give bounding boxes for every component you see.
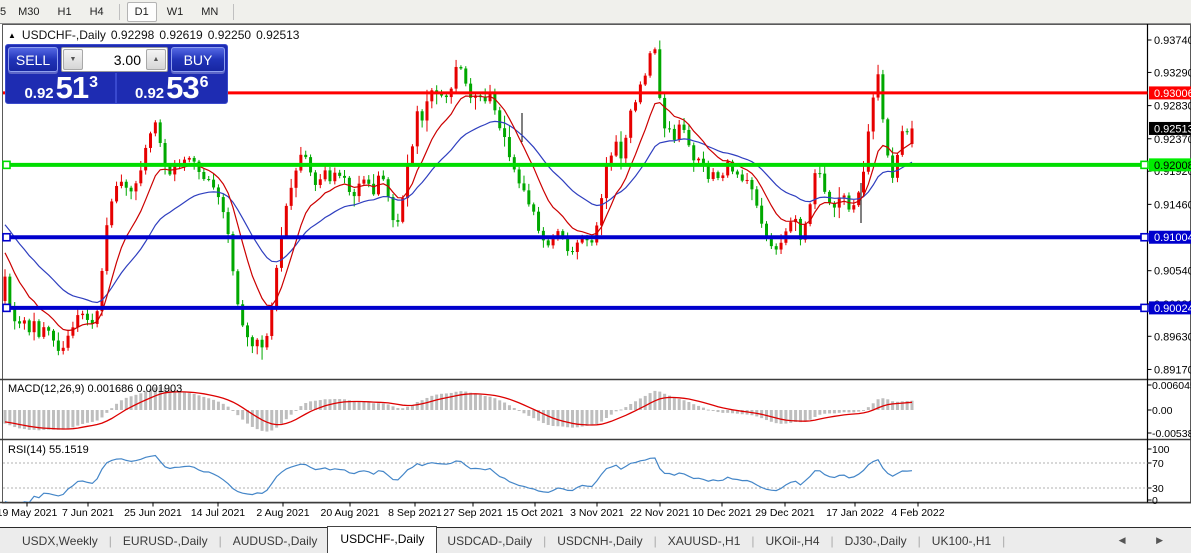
buy-price-pips: 53 (166, 70, 199, 105)
timeframe-button-h4[interactable]: H4 (82, 2, 112, 22)
buy-button[interactable]: BUY (171, 47, 225, 72)
date-tick: 15 Oct 2021 (506, 507, 563, 519)
date-tick: 29 Dec 2021 (755, 507, 815, 519)
svg-text:0.93290: 0.93290 (1154, 67, 1191, 79)
date-tick: 25 Jun 2021 (124, 507, 182, 519)
svg-text:0.93740: 0.93740 (1154, 35, 1191, 47)
chart-tab-xauusd[interactable]: XAUUSD-,H1 (658, 530, 751, 552)
sell-price-pips: 51 (55, 70, 89, 105)
date-tick: 17 Jan 2022 (826, 507, 884, 519)
chart-tab-usdx[interactable]: USDX,Weekly (12, 530, 108, 552)
tab-separator: | (108, 533, 112, 548)
sell-price-point: 3 (89, 74, 99, 91)
axis-price-0.90024: 0.90024 (1154, 303, 1191, 315)
sell-price[interactable]: 0.92 51 3 (8, 70, 117, 105)
chart-tab-usdcad[interactable]: USDCAD-,Daily (437, 530, 542, 552)
date-tick: 20 Aug 2021 (321, 507, 380, 519)
ohlc-close: 0.92513 (256, 28, 300, 42)
chart-tab-ukoil[interactable]: UKOil-,H4 (756, 530, 830, 552)
tab-separator: | (751, 533, 755, 548)
svg-text:0.00: 0.00 (1152, 405, 1173, 417)
buy-price-point: 6 (199, 74, 209, 91)
chart-title: ▲ USDCHF-,Daily 0.92298 0.92619 0.92250 … (8, 28, 304, 42)
date-tick: 27 Sep 2021 (443, 507, 503, 519)
svg-text:0.89630: 0.89630 (1154, 331, 1191, 343)
tab-scroll-arrows[interactable]: ◀ ▶ (1119, 535, 1177, 546)
volume-control: ▼ ▲ (61, 47, 168, 72)
timeframe-toolbar: 5 M30 H1 H4 D1 W1 MN (0, 0, 1191, 24)
svg-text:0.92830: 0.92830 (1154, 101, 1191, 113)
svg-text:0.91460: 0.91460 (1154, 199, 1191, 211)
svg-text:0.92370: 0.92370 (1154, 134, 1191, 146)
chart-tab-usdchf[interactable]: USDCHF-,Daily (327, 526, 438, 553)
chart-tab-dj30[interactable]: DJ30-,Daily (835, 530, 917, 552)
chart-tab-eurusd[interactable]: EURUSD-,Daily (113, 530, 218, 552)
volume-input[interactable] (84, 48, 145, 71)
date-tick: 7 Jun 2021 (62, 507, 114, 519)
ohlc-low: 0.92250 (207, 28, 252, 42)
svg-text:0.006045: 0.006045 (1152, 380, 1191, 392)
tab-separator: | (917, 533, 921, 548)
tab-separator: | (830, 533, 834, 548)
timeframe-button-m30[interactable]: M30 (10, 2, 47, 22)
timeframe-button-h1[interactable]: H1 (50, 2, 80, 22)
chart-tab-audusd[interactable]: AUDUSD-,Daily (223, 530, 328, 552)
svg-text:0: 0 (1152, 495, 1158, 507)
tab-separator: | (218, 533, 222, 548)
svg-text:-0.005383: -0.005383 (1152, 428, 1191, 440)
date-tick: 8 Sep 2021 (388, 507, 442, 519)
chart-tabbar: USDX,Weekly | EURUSD-,Daily | AUDUSD-,Daily U… (0, 526, 1191, 553)
date-tick: 2 Aug 2021 (256, 507, 309, 519)
svg-text:0.89170: 0.89170 (1154, 364, 1191, 376)
date-tick: 14 Jul 2021 (191, 507, 245, 519)
ohlc-high: 0.92619 (159, 28, 203, 42)
date-tick: 10 Dec 2021 (692, 507, 752, 519)
sell-price-base: 0.92 (24, 85, 54, 102)
date-tick: 3 Nov 2021 (570, 507, 624, 519)
date-tick: 19 May 2021 (0, 507, 58, 519)
volume-increase-button[interactable]: ▲ (146, 49, 166, 70)
toolbar-separator (233, 3, 235, 20)
timeframe-button-partial[interactable]: 5 (0, 3, 9, 21)
one-click-trading-panel: SELL ▼ ▲ BUY 0.92 51 3 0.92 53 6 (5, 44, 228, 104)
timeframe-button-d1[interactable]: D1 (126, 1, 157, 22)
axis-price-0.92513: 0.92513 (1154, 123, 1191, 135)
macd-label: MACD(12,26,9) 0.001686 0.001903 (8, 383, 182, 395)
chart-symbol-label: USDCHF-,Daily (21, 28, 106, 42)
buy-price-base: 0.92 (134, 85, 165, 102)
svg-text:0.90540: 0.90540 (1154, 266, 1191, 278)
svg-text:30: 30 (1152, 483, 1164, 495)
chart-tab-uk100[interactable]: UK100-,H1 (922, 530, 1001, 552)
toolbar-separator (118, 3, 120, 20)
tab-separator: | (653, 533, 657, 548)
axis-price-0.93006: 0.93006 (1154, 88, 1191, 100)
chart-tab-usdcnh[interactable]: USDCNH-,Daily (547, 530, 652, 552)
buy-price[interactable]: 0.92 53 6 (119, 70, 226, 105)
chart-window: MACD(12,26,9) 0.001686 0.001903 RSI(14) 5… (0, 24, 1191, 527)
tab-separator: | (543, 533, 547, 548)
ma-fast-line (4, 95, 913, 332)
timeframe-button-mn[interactable]: MN (193, 2, 226, 22)
axis-price-0.91004: 0.91004 (1154, 232, 1191, 244)
date-tick: 4 Feb 2022 (891, 507, 944, 519)
collapse-triangle-icon[interactable]: ▲ (8, 31, 16, 40)
ohlc-open: 0.92298 (110, 28, 155, 42)
svg-text:70: 70 (1152, 458, 1164, 470)
axis-price-0.92008: 0.92008 (1154, 160, 1191, 172)
rsi-label: RSI(14) 55.1519 (8, 444, 89, 456)
sell-button[interactable]: SELL (8, 47, 58, 72)
svg-text:100: 100 (1152, 444, 1170, 456)
tab-separator: | (1002, 533, 1006, 548)
date-tick: 22 Nov 2021 (630, 507, 690, 519)
trading-terminal-window: 5 M30 H1 H4 D1 W1 MN MACD(12,26,9) 0.001686 0.… (0, 0, 1191, 553)
volume-decrease-button[interactable]: ▼ (63, 49, 83, 70)
timeframe-button-w1[interactable]: W1 (159, 2, 192, 22)
